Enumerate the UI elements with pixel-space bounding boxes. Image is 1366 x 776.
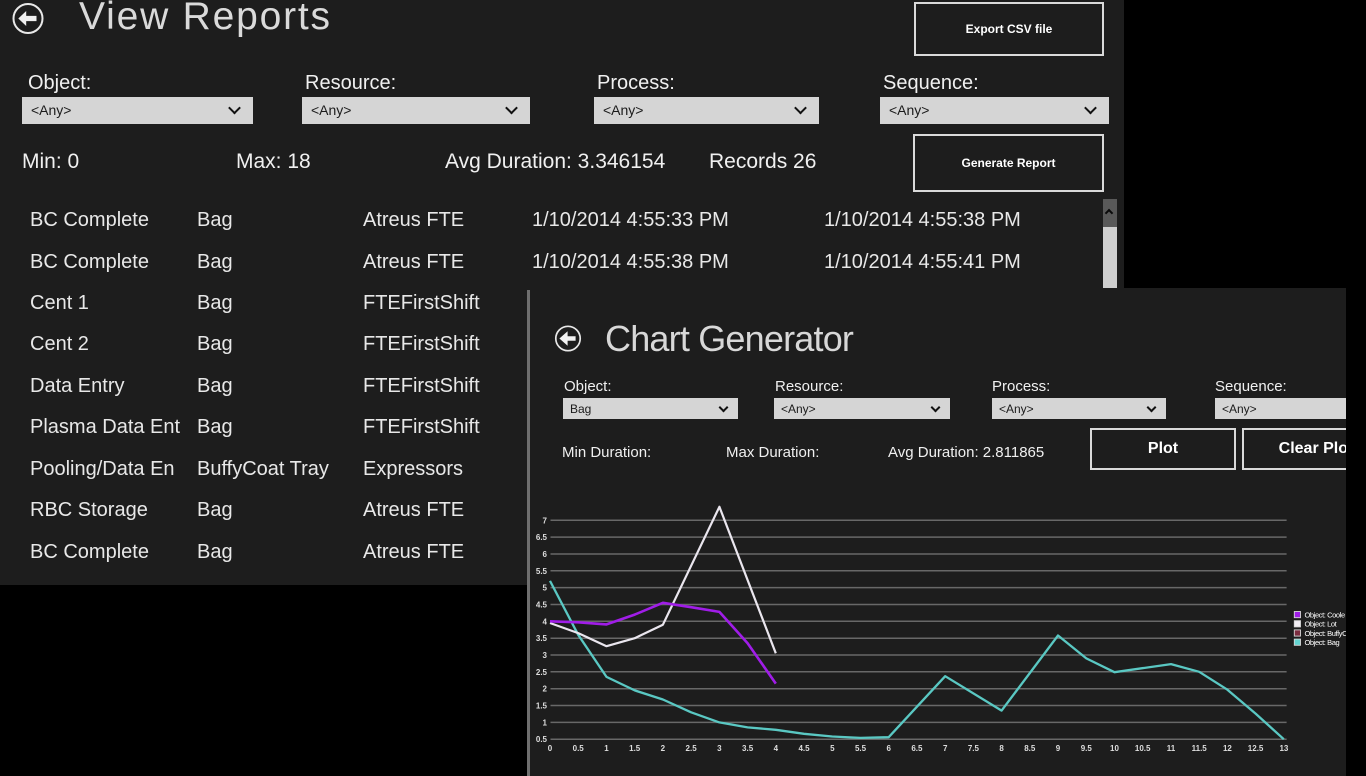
svg-text:0: 0 <box>548 744 553 753</box>
svg-text:11.5: 11.5 <box>1192 744 1208 753</box>
svg-text:4.5: 4.5 <box>798 744 810 753</box>
svg-text:2: 2 <box>543 685 548 694</box>
svg-text:6: 6 <box>543 550 548 559</box>
svg-text:6: 6 <box>886 744 891 753</box>
svg-text:Object: Bag: Object: Bag <box>1305 638 1340 647</box>
svg-text:4.5: 4.5 <box>536 601 548 610</box>
svg-text:3: 3 <box>543 651 548 660</box>
svg-text:13: 13 <box>1279 744 1288 753</box>
svg-text:10.5: 10.5 <box>1135 744 1151 753</box>
svg-text:7.5: 7.5 <box>968 744 980 753</box>
svg-text:3.5: 3.5 <box>536 634 548 643</box>
svg-text:6.5: 6.5 <box>536 533 548 542</box>
svg-text:2: 2 <box>661 744 666 753</box>
svg-text:1: 1 <box>543 718 548 727</box>
svg-text:4: 4 <box>543 617 548 626</box>
svg-text:8: 8 <box>999 744 1004 753</box>
svg-text:5: 5 <box>543 584 548 593</box>
svg-text:Object: BuffyC: Object: BuffyC <box>1305 629 1347 638</box>
svg-text:1.5: 1.5 <box>629 744 641 753</box>
svg-text:12: 12 <box>1223 744 1232 753</box>
svg-text:4: 4 <box>774 744 779 753</box>
svg-text:Object: Lot: Object: Lot <box>1305 620 1338 629</box>
svg-text:7: 7 <box>543 516 548 525</box>
svg-text:1: 1 <box>604 744 609 753</box>
svg-text:8.5: 8.5 <box>1024 744 1036 753</box>
svg-text:3.5: 3.5 <box>742 744 754 753</box>
svg-text:1.5: 1.5 <box>536 702 548 711</box>
svg-text:2.5: 2.5 <box>686 744 698 753</box>
svg-text:3: 3 <box>717 744 722 753</box>
svg-text:0.5: 0.5 <box>573 744 585 753</box>
svg-text:5: 5 <box>830 744 835 753</box>
svg-text:7: 7 <box>943 744 948 753</box>
svg-text:6.5: 6.5 <box>911 744 923 753</box>
svg-text:10: 10 <box>1110 744 1119 753</box>
svg-text:11: 11 <box>1167 744 1176 753</box>
svg-text:5.5: 5.5 <box>536 567 548 576</box>
svg-text:12.5: 12.5 <box>1248 744 1264 753</box>
svg-text:0.5: 0.5 <box>536 735 548 744</box>
svg-text:2.5: 2.5 <box>536 668 548 677</box>
svg-text:5.5: 5.5 <box>855 744 867 753</box>
svg-text:9: 9 <box>1056 744 1061 753</box>
svg-text:Object: Coole: Object: Coole <box>1305 611 1345 620</box>
svg-text:9.5: 9.5 <box>1081 744 1093 753</box>
